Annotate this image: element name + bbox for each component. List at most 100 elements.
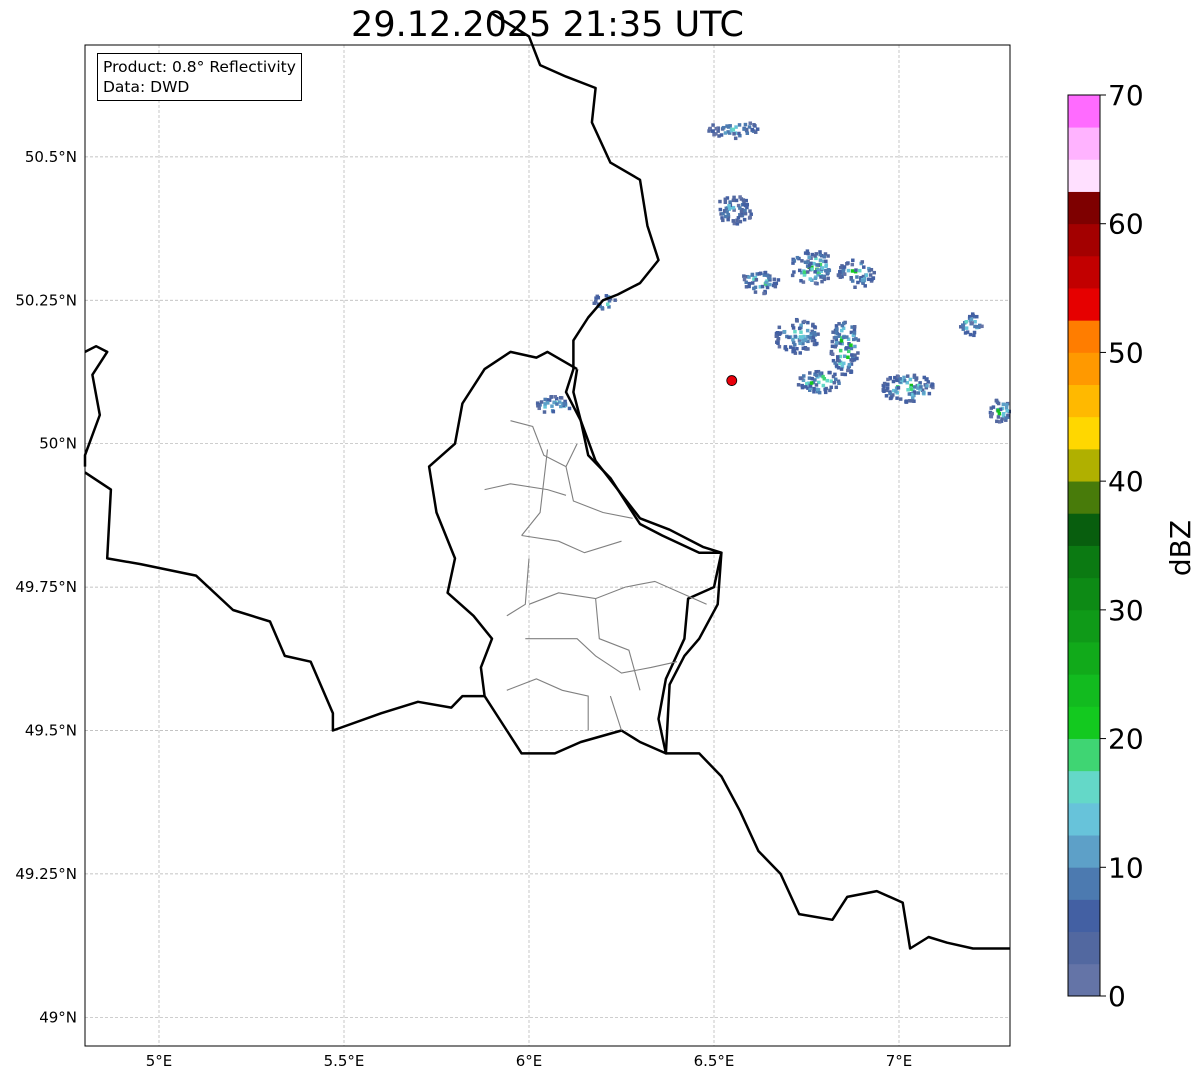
echo-pixel: [823, 387, 827, 392]
echo-pixel: [797, 326, 802, 331]
echo-pixel: [836, 366, 841, 370]
echo-pixel: [798, 341, 802, 346]
echo-pixel: [961, 323, 965, 327]
radar-site-marker: [726, 375, 738, 386]
lat-tick-label: 49.5°N: [25, 721, 77, 739]
colorbar-segment: [1068, 545, 1100, 579]
echo-pixel: [844, 346, 849, 350]
echo-pixel: [925, 384, 929, 388]
lon-tick-label: 5.5°E: [324, 1052, 365, 1070]
echo-pixel: [831, 330, 835, 334]
echo-pixel: [749, 212, 753, 217]
colorbar-segment: [1068, 416, 1100, 450]
colorbar-segment: [1068, 288, 1100, 321]
echo-pixel: [868, 273, 873, 277]
echo-pixel: [742, 127, 746, 131]
echo-pixel: [555, 402, 559, 406]
colorbar-tick-label: 20: [1108, 723, 1144, 756]
echo-pixel: [543, 405, 547, 409]
echo-pixel: [841, 268, 846, 273]
echo-pixel: [970, 321, 974, 325]
echo-pixel: [795, 346, 799, 351]
longitude-tick-labels: 5°E 5.5°E 6°E 6.5°E 7°E: [146, 1052, 913, 1070]
echo-cell: [881, 373, 935, 404]
echo-pixel: [752, 123, 756, 127]
echo-pixel: [805, 270, 810, 274]
echo-pixel: [996, 409, 1000, 413]
echo-pixel: [723, 197, 728, 202]
echo-pixel: [885, 386, 890, 390]
echo-pixel: [551, 409, 556, 414]
echo-pixel: [888, 391, 892, 396]
echo-pixel: [826, 276, 830, 281]
echo-pixel: [908, 377, 913, 382]
canton-borders: [484, 420, 707, 731]
echo-pixel: [912, 385, 917, 389]
echo-pixel: [714, 126, 719, 131]
echo-pixel: [822, 277, 827, 282]
echo-pixel: [742, 277, 747, 282]
echo-pixel: [776, 278, 781, 282]
colorbar-segment: [1068, 255, 1100, 289]
echo-pixel: [718, 199, 722, 204]
echo-pixel: [969, 317, 974, 322]
echo-pixel: [832, 380, 837, 385]
echo-pixel: [776, 341, 780, 345]
echo-pixel: [802, 270, 807, 274]
radar-echoes: [535, 121, 1012, 424]
data-source-label: Data: DWD: [103, 78, 190, 96]
colorbar-tick-label: 40: [1108, 465, 1144, 498]
echo-pixel: [871, 276, 876, 280]
echo-pixel: [837, 381, 841, 386]
echo-pixel: [921, 391, 926, 395]
echo-pixel: [891, 379, 896, 384]
colorbar-label: dBZ: [1164, 520, 1197, 576]
lon-tick-label: 5°E: [146, 1052, 173, 1070]
echo-pixel: [711, 123, 715, 127]
echo-pixel: [790, 273, 795, 278]
echo-pixel: [813, 276, 818, 281]
echo-pixel: [912, 373, 917, 378]
echo-pixel: [596, 295, 601, 300]
echo-pixel: [898, 377, 902, 381]
echo-pixel: [807, 255, 811, 260]
echo-pixel: [748, 209, 752, 213]
echo-pixel: [882, 381, 887, 386]
echo-pixel: [826, 271, 830, 275]
echo-cell: [988, 398, 1012, 424]
map-frame: [84, 44, 1011, 1047]
echo-pixel: [805, 249, 810, 253]
echo-pixel: [814, 370, 818, 374]
echo-pixel: [536, 404, 540, 408]
echo-pixel: [812, 390, 816, 394]
canton-border-line: [484, 483, 567, 496]
echo-pixel: [773, 284, 778, 289]
echo-pixel: [754, 278, 759, 282]
echo-pixel: [964, 320, 968, 324]
echo-pixel: [738, 195, 742, 199]
colorbar-segment: [1068, 352, 1100, 386]
echo-pixel: [793, 329, 797, 334]
echo-pixel: [827, 370, 831, 375]
echo-cell: [535, 395, 572, 414]
echo-pixel: [854, 268, 858, 272]
lon-tick-label: 6.5°E: [694, 1052, 735, 1070]
echo-pixel: [854, 337, 858, 341]
echo-pixel: [792, 270, 796, 274]
echo-pixel: [840, 372, 844, 376]
echo-pixel: [973, 319, 977, 324]
echo-pixel: [814, 373, 819, 378]
colorbar-segment: [1068, 899, 1100, 933]
echo-pixel: [846, 368, 850, 373]
echo-pixel: [539, 400, 544, 404]
echo-pixel: [818, 372, 822, 376]
echo-pixel: [845, 261, 849, 266]
echo-pixel: [742, 217, 747, 222]
echo-pixel: [839, 339, 844, 343]
echo-pixel: [824, 264, 828, 269]
echo-pixel: [762, 291, 766, 296]
colorbar-segment: [1068, 320, 1100, 353]
echo-pixel: [777, 332, 782, 336]
echo-pixel: [796, 383, 801, 387]
country-borders: [83, 12, 1010, 950]
